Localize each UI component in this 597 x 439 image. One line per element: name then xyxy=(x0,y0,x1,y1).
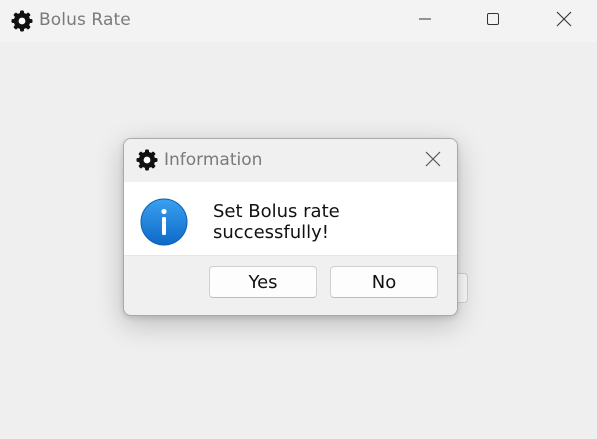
close-icon xyxy=(555,10,573,33)
minimize-button[interactable] xyxy=(402,0,448,42)
dialog-body: Set Bolus rate successfully! xyxy=(124,182,457,255)
close-button[interactable] xyxy=(541,0,587,42)
dialog-titlebar[interactable]: Information xyxy=(124,139,457,182)
no-button[interactable]: No xyxy=(330,266,438,298)
yes-button[interactable]: Yes xyxy=(209,266,317,298)
dialog-footer: Yes No xyxy=(124,255,457,315)
window-titlebar[interactable]: Bolus Rate xyxy=(0,0,597,42)
dialog-gear-icon xyxy=(135,148,159,172)
maximize-icon xyxy=(485,11,501,32)
information-dialog: Information Set Bolus rate successfully!… xyxy=(123,138,458,316)
dialog-close-button[interactable] xyxy=(417,145,449,177)
close-icon xyxy=(424,150,442,173)
minimize-icon xyxy=(417,11,433,32)
info-icon xyxy=(140,198,188,246)
dialog-title: Information xyxy=(164,150,263,170)
main-window: Bolus Rate Information Set Bolus rate su… xyxy=(0,0,597,439)
dialog-message: Set Bolus rate successfully! xyxy=(213,201,340,243)
window-title: Bolus Rate xyxy=(39,10,131,30)
app-gear-icon xyxy=(10,9,34,33)
maximize-button[interactable] xyxy=(470,0,516,42)
